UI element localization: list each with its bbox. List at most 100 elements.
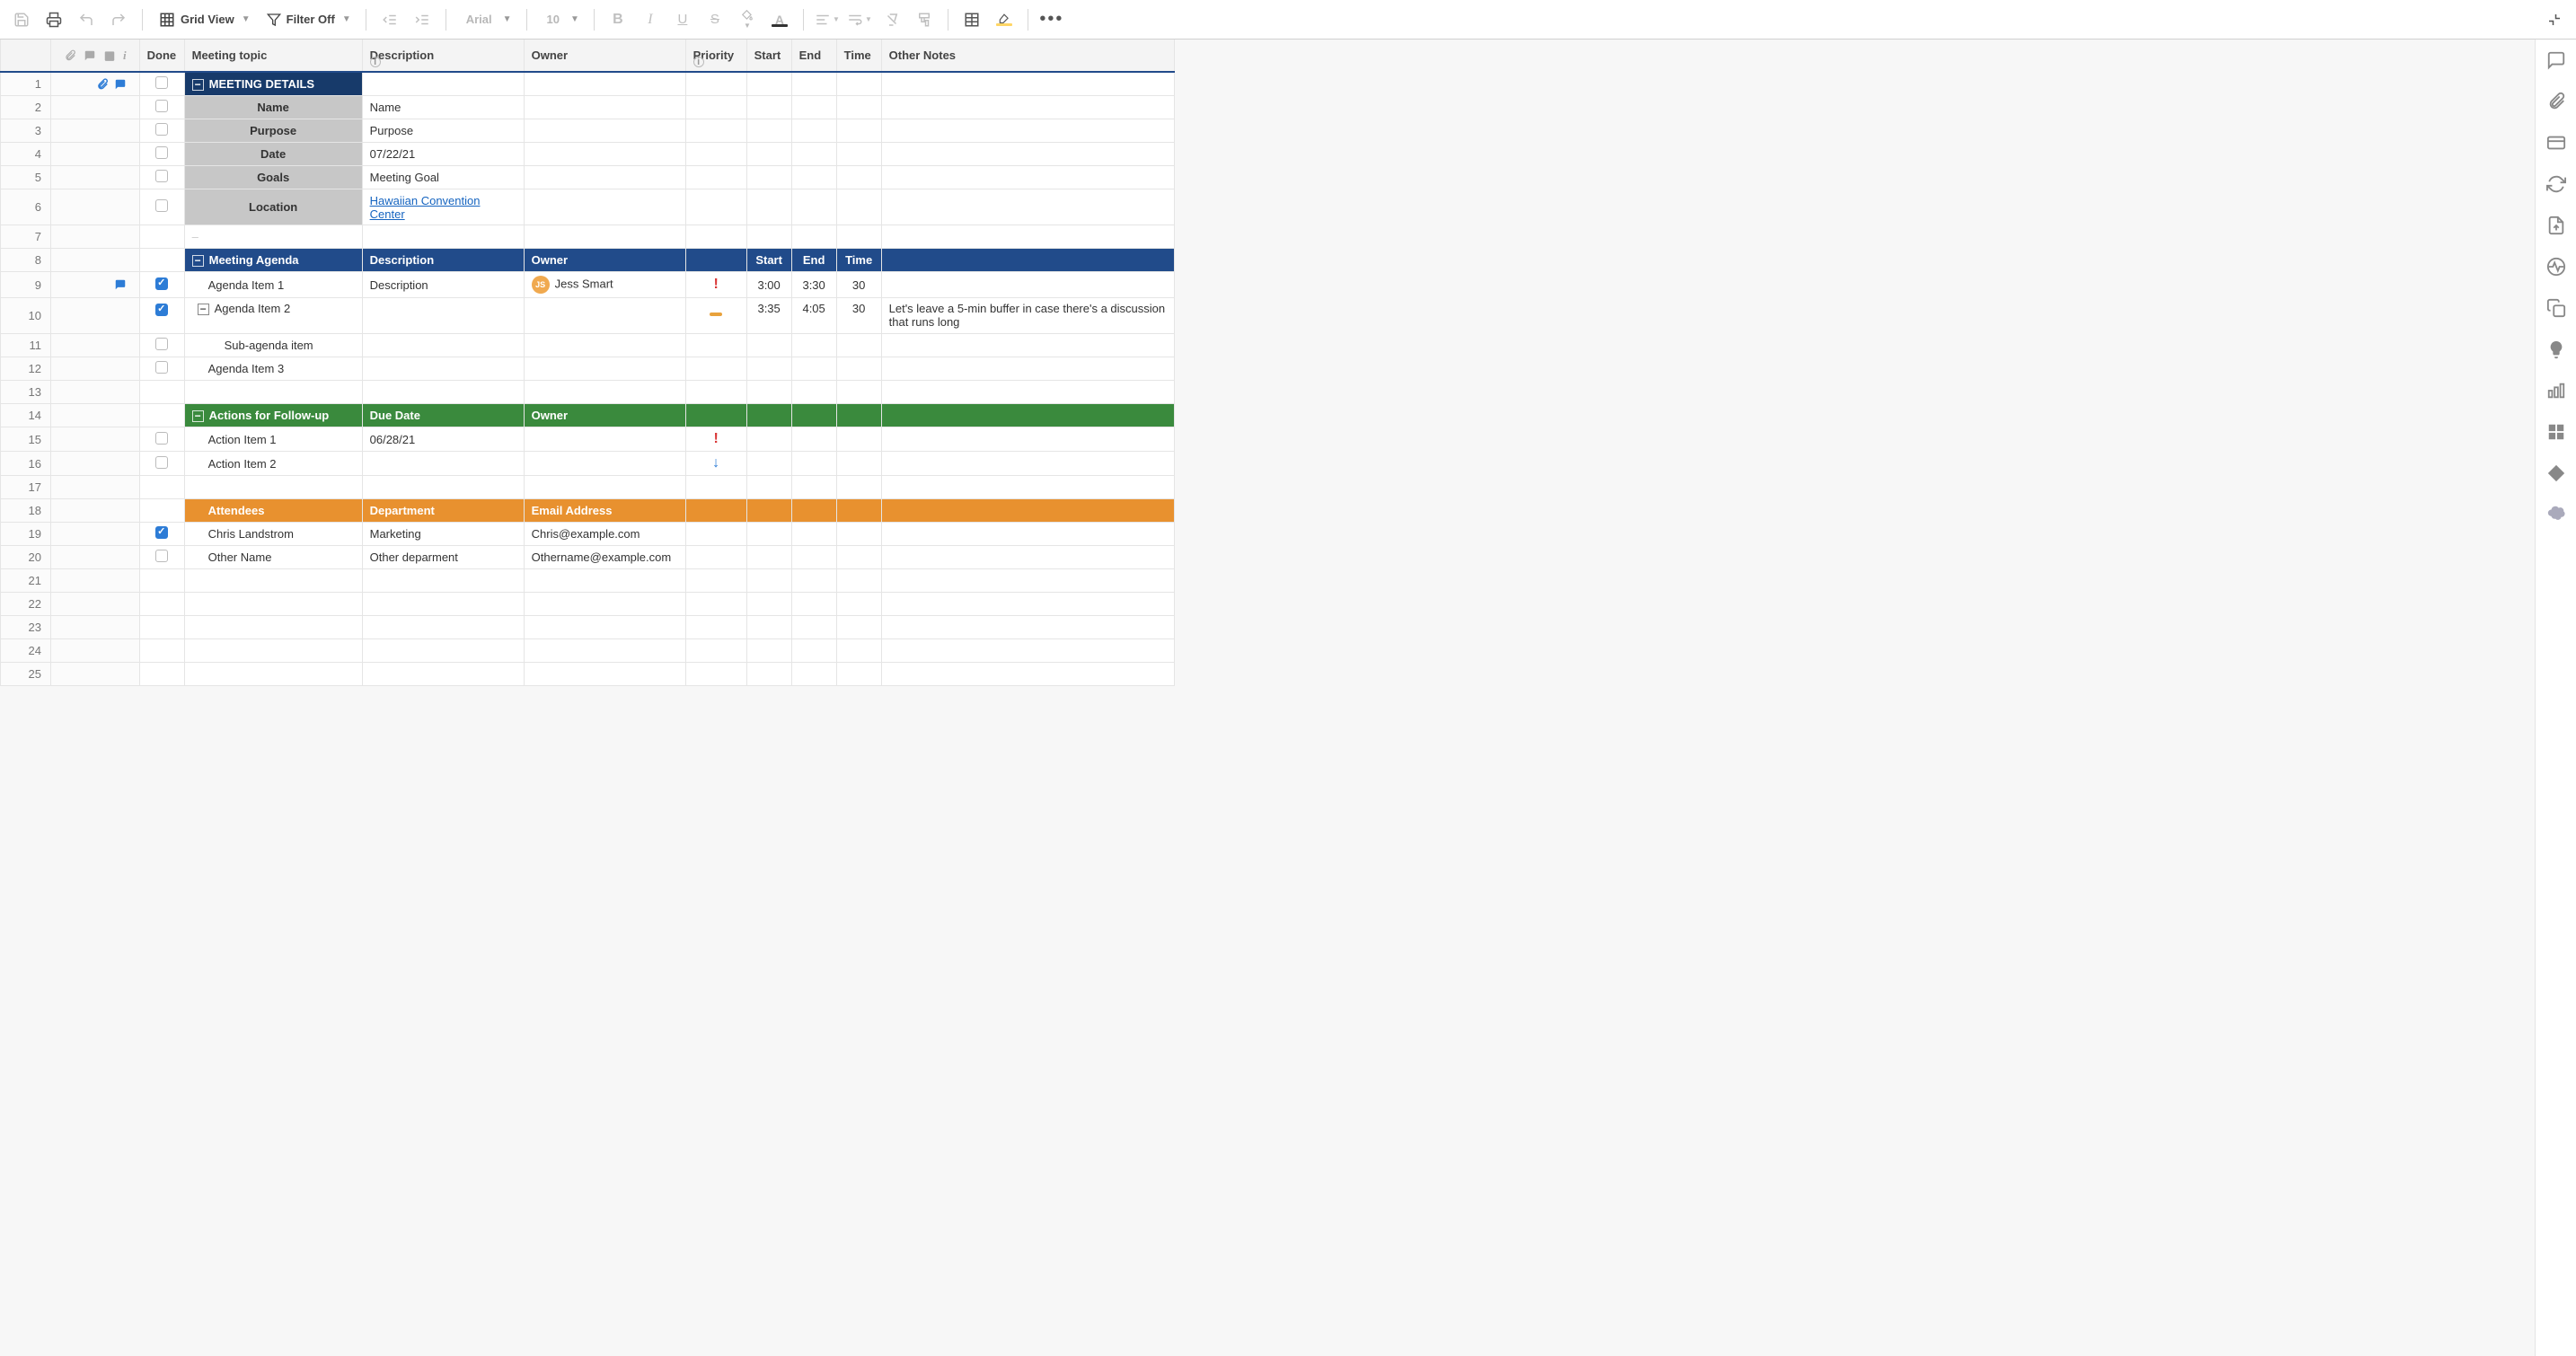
collapse-icon[interactable]: − [192, 410, 204, 422]
subheader[interactable]: Due Date [362, 404, 524, 427]
cell[interactable] [524, 119, 685, 143]
end-cell[interactable]: 3:30 [791, 272, 836, 298]
priority-cell[interactable]: ! [685, 427, 746, 452]
col-start[interactable]: Start [746, 40, 791, 72]
cell[interactable] [791, 166, 836, 189]
checkbox[interactable] [155, 146, 168, 159]
attachment-icon[interactable] [96, 78, 109, 91]
comment-icon[interactable] [114, 78, 127, 91]
desc-cell[interactable] [362, 298, 524, 334]
cell[interactable] [685, 639, 746, 663]
agenda-row[interactable]: 10 −Agenda Item 2 3:35 4:05 30 Let's lea… [1, 298, 1175, 334]
activity-icon[interactable] [2546, 257, 2566, 277]
cell[interactable] [184, 593, 362, 616]
indent-button[interactable] [408, 5, 437, 34]
cell[interactable] [746, 189, 791, 225]
done-cell[interactable] [139, 523, 184, 546]
rownum-header[interactable] [1, 40, 51, 72]
cell[interactable] [685, 476, 746, 499]
cell[interactable] [791, 546, 836, 569]
subheader[interactable]: Email Address [524, 499, 685, 523]
owner-cell[interactable]: JSJess Smart [524, 272, 685, 298]
topic-cell[interactable]: −Meeting Agenda [184, 249, 362, 272]
cell[interactable] [685, 249, 746, 272]
done-cell[interactable] [139, 189, 184, 225]
cell[interactable] [746, 166, 791, 189]
cell[interactable] [791, 523, 836, 546]
section-title[interactable]: Attendees [184, 499, 362, 523]
cell[interactable] [524, 452, 685, 476]
cell[interactable] [791, 225, 836, 249]
cell[interactable] [139, 639, 184, 663]
cell[interactable] [362, 663, 524, 686]
cell[interactable] [524, 357, 685, 381]
cell[interactable] [524, 72, 685, 96]
cell[interactable] [139, 569, 184, 593]
detail-row[interactable]: 2 Name Name [1, 96, 1175, 119]
underline-button[interactable]: U [668, 5, 697, 34]
cell[interactable] [791, 357, 836, 381]
collapse-toolbar-button[interactable] [2540, 5, 2569, 34]
cell[interactable] [746, 334, 791, 357]
cell[interactable] [362, 593, 524, 616]
done-cell[interactable] [139, 119, 184, 143]
checkbox[interactable] [155, 550, 168, 562]
cell[interactable] [746, 381, 791, 404]
apps-icon[interactable] [2546, 422, 2566, 442]
proofs-panel-icon[interactable] [2546, 133, 2566, 153]
col-notes[interactable]: Other Notes [881, 40, 1174, 72]
cell[interactable] [881, 452, 1174, 476]
done-cell[interactable] [139, 546, 184, 569]
refresh-icon[interactable] [2546, 174, 2566, 194]
cell[interactable] [881, 663, 1174, 686]
cell[interactable] [881, 593, 1174, 616]
col-topic[interactable]: Meeting topic [184, 40, 362, 72]
italic-button[interactable]: I [636, 5, 665, 34]
font-selector[interactable]: Arial▼ [455, 5, 517, 34]
cell[interactable] [685, 499, 746, 523]
empty-row[interactable]: 25 [1, 663, 1175, 686]
done-cell[interactable] [139, 96, 184, 119]
cell[interactable] [791, 189, 836, 225]
filter-selector[interactable]: Filter Off ▼ [260, 5, 357, 34]
col-owner[interactable]: Owner [524, 40, 685, 72]
done-cell[interactable] [139, 298, 184, 334]
email-cell[interactable]: Othername@example.com [524, 546, 685, 569]
checkbox[interactable] [155, 170, 168, 182]
cell[interactable] [139, 476, 184, 499]
subheader[interactable]: Department [362, 499, 524, 523]
topic-cell[interactable]: Action Item 1 [184, 427, 362, 452]
cell[interactable] [791, 72, 836, 96]
cell[interactable] [524, 96, 685, 119]
cell[interactable] [836, 569, 881, 593]
cell[interactable] [524, 225, 685, 249]
name-cell[interactable]: Chris Landstrom [184, 523, 362, 546]
done-cell[interactable] [139, 427, 184, 452]
detail-value[interactable]: Meeting Goal [362, 166, 524, 189]
section-header-attendees[interactable]: 18 Attendees Department Email Address [1, 499, 1175, 523]
topic-cell[interactable]: Agenda Item 3 [184, 357, 362, 381]
checkbox-checked[interactable] [155, 277, 168, 290]
cell[interactable] [791, 569, 836, 593]
checkbox[interactable] [155, 432, 168, 445]
subheader[interactable]: Owner [524, 404, 685, 427]
name-cell[interactable]: Other Name [184, 546, 362, 569]
done-cell[interactable] [139, 143, 184, 166]
redo-button[interactable] [104, 5, 133, 34]
cell[interactable] [881, 72, 1174, 96]
cell[interactable] [881, 404, 1174, 427]
agenda-row[interactable]: 9 Agenda Item 1 Description JSJess Smart… [1, 272, 1175, 298]
salesforce-icon[interactable] [2546, 505, 2566, 524]
cell[interactable] [524, 381, 685, 404]
detail-row[interactable]: 5 Goals Meeting Goal [1, 166, 1175, 189]
cell[interactable] [362, 452, 524, 476]
comments-panel-icon[interactable] [2546, 50, 2566, 70]
cell[interactable] [746, 225, 791, 249]
cell[interactable] [791, 334, 836, 357]
cell[interactable] [881, 249, 1174, 272]
cell[interactable] [362, 334, 524, 357]
priority-cell[interactable] [685, 298, 746, 334]
checkbox[interactable] [155, 100, 168, 112]
cell[interactable] [791, 593, 836, 616]
cell[interactable] [685, 96, 746, 119]
